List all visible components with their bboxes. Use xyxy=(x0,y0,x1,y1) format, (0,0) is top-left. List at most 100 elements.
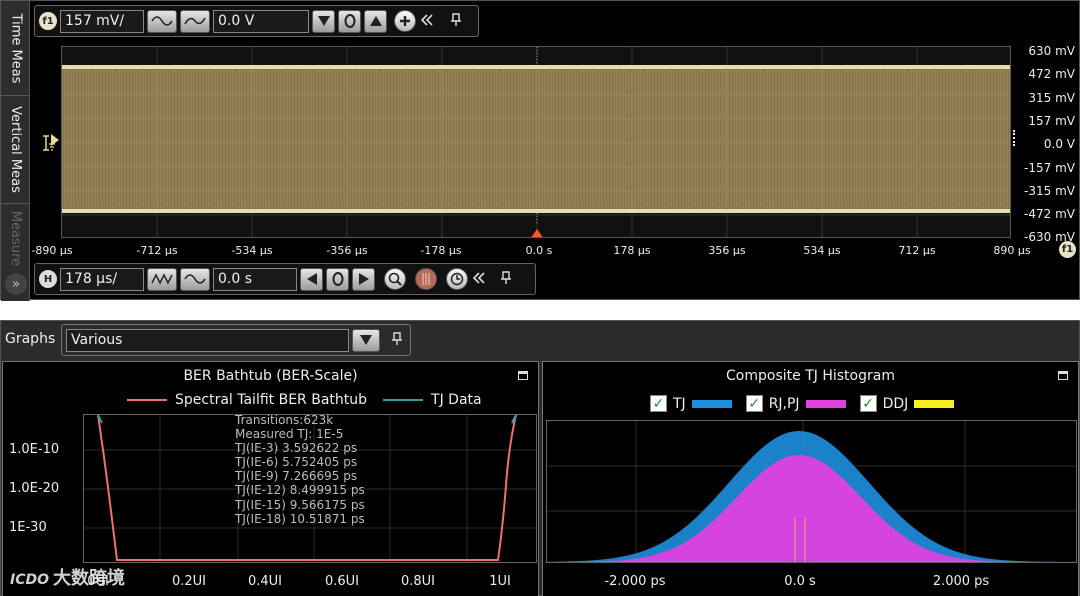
vertical-offset-field[interactable]: 0.0 V xyxy=(213,9,309,33)
watermark-text: 大数跨境 xyxy=(53,568,126,589)
legend-swatch-tj-data xyxy=(383,399,424,401)
tab-measure[interactable]: Measure xyxy=(1,204,30,272)
horizontal-scale-field[interactable]: 178 µs/ xyxy=(60,267,144,291)
x-axis-label: 534 µs xyxy=(803,244,841,257)
measurement-line: Transitions:623k xyxy=(235,413,334,427)
x-tick-label: 1UI xyxy=(489,574,511,589)
function-f1-badge[interactable]: f1 xyxy=(39,12,57,30)
x-axis-label: -178 µs xyxy=(420,244,462,257)
clock-icon[interactable] xyxy=(446,268,468,290)
x-axis-f1-badge[interactable]: f1 xyxy=(1059,241,1076,258)
histogram-panel-title: Composite TJ Histogram xyxy=(726,368,895,384)
channel-ground-marker[interactable] xyxy=(41,132,61,158)
scope-window: Time Meas Vertical Meas Measure » f1 157… xyxy=(0,0,1080,301)
legend-label-ddj: DDJ xyxy=(882,395,909,412)
legend-label-rj-pj: RJ,PJ xyxy=(768,395,800,412)
collapse-left-icon[interactable] xyxy=(471,270,487,289)
tab-measure-label: Measure xyxy=(8,210,23,266)
x-axis-label: 0.0 s xyxy=(525,244,553,257)
measurement-line: TJ(IE-6) 5.752405 ps xyxy=(235,455,358,470)
tab-vertical-meas-label: Vertical Meas xyxy=(8,106,23,193)
waveform-svg xyxy=(62,47,1010,237)
histogram-plot-svg xyxy=(547,421,1076,562)
legend-label-tj: TJ xyxy=(673,395,686,412)
measurement-line: TJ(IE-3) 3.592622 ps xyxy=(235,441,358,456)
waveform-icon[interactable] xyxy=(147,267,177,291)
chevron-down-icon[interactable] xyxy=(352,328,380,352)
graphs-selector-dropdown[interactable]: Various xyxy=(66,328,349,352)
right-edge-marker xyxy=(1013,130,1016,146)
y-axis-label: 472 mV xyxy=(1028,67,1075,82)
y-axis-label: 315 mV xyxy=(1028,90,1075,105)
ber-bathtub-panel: BER Bathtub (BER-Scale) Spectral Tailfit… xyxy=(2,361,539,596)
x-axis-label: 178 µs xyxy=(613,244,651,257)
maximize-icon[interactable] xyxy=(1058,371,1068,380)
collapse-left-icon[interactable] xyxy=(419,12,435,31)
left-arrow-icon[interactable] xyxy=(300,267,323,291)
x-axis-label: -534 µs xyxy=(231,244,273,257)
x-axis-label: -712 µs xyxy=(136,244,178,257)
measurement-line: TJ(IE-12) 8.499915 ps xyxy=(235,483,365,498)
x-tick-label: -2.000 ps xyxy=(604,574,666,589)
rj-pj-histogram xyxy=(547,455,1076,562)
ber-measurements: Transitions:623k Measured TJ: 1E-5 TJ(IE-3… xyxy=(235,413,365,526)
waveform-display[interactable] xyxy=(61,46,1011,238)
maximize-icon[interactable] xyxy=(518,371,528,380)
x-tick-label: 2.000 ps xyxy=(932,574,990,589)
legend-swatch-rj-pj xyxy=(805,399,846,408)
watermark-logo: ICDO xyxy=(10,572,50,588)
horizontal-h-badge[interactable]: H xyxy=(39,270,57,288)
pin-icon[interactable] xyxy=(498,270,514,289)
x-axis-label: -356 µs xyxy=(326,244,368,257)
pin-icon[interactable] xyxy=(389,331,405,350)
legend-label-tailfit: Spectral Tailfit BER Bathtub xyxy=(175,392,368,408)
ber-panel-title: BER Bathtub (BER-Scale) xyxy=(183,368,358,384)
sine-wave-icon[interactable] xyxy=(180,267,210,291)
tj-checkbox[interactable]: ✓ xyxy=(650,395,667,412)
expand-panel-button[interactable]: » xyxy=(5,273,27,295)
graphs-title: Graphs xyxy=(5,331,56,347)
x-tick-label: 0.6UI xyxy=(324,574,360,589)
rj-pj-checkbox[interactable]: ✓ xyxy=(745,395,763,412)
y-tick-label: 1.0E-10 xyxy=(9,442,60,457)
pin-icon[interactable] xyxy=(448,12,464,31)
y-tick-label: 1E-30 xyxy=(9,520,47,535)
x-tick-label: 0.0 s xyxy=(784,574,816,589)
double-chevron-right-icon: » xyxy=(12,276,20,292)
grid-icon[interactable] xyxy=(415,268,437,290)
y-axis-label: -315 mV xyxy=(1024,183,1075,198)
tab-time-meas[interactable]: Time Meas xyxy=(1,1,30,96)
right-arrow-icon[interactable] xyxy=(352,267,375,291)
histogram-legend: ✓ TJ ✓ RJ,PJ ✓ DDJ xyxy=(650,395,955,412)
zero-icon[interactable] xyxy=(326,267,349,291)
histogram-plot-area[interactable] xyxy=(546,420,1077,563)
add-circle-icon[interactable] xyxy=(394,10,416,32)
measurement-line: TJ(IE-15) 9.566175 ps xyxy=(235,497,365,512)
up-arrow-icon[interactable] xyxy=(364,9,387,33)
sine-wave-icon[interactable] xyxy=(147,9,177,33)
x-tick-label: 0.8UI xyxy=(400,574,436,589)
vertical-scale-field[interactable]: 157 mV/ xyxy=(60,9,144,33)
sine-wave-alt-icon[interactable] xyxy=(180,9,210,33)
y-axis-label: 630 mV xyxy=(1028,44,1075,58)
tab-vertical-meas[interactable]: Vertical Meas xyxy=(1,96,30,204)
x-axis-label: 712 µs xyxy=(898,244,936,257)
measurement-line: Measured TJ: 1E-5 xyxy=(235,427,344,442)
zoom-icon[interactable] xyxy=(384,268,406,290)
app-window: Time Meas Vertical Meas Measure » f1 157… xyxy=(0,0,1080,596)
legend-swatch-ddj xyxy=(914,399,955,408)
graphs-window: Graphs Various BER Bathtub (BER-Scale) S… xyxy=(0,320,1080,596)
side-tab-bar: Time Meas Vertical Meas Measure » xyxy=(1,1,30,301)
x-axis-label: -890 µs xyxy=(31,244,73,257)
waveform-bottom-edge xyxy=(62,209,1010,213)
horizontal-position-field[interactable]: 0.0 s xyxy=(213,267,297,291)
horizontal-control-bar: H 178 µs/ 0.0 s xyxy=(34,263,536,295)
ddj-checkbox[interactable]: ✓ xyxy=(859,395,877,412)
x-tick-label: 0.2UI xyxy=(171,574,207,589)
zero-icon[interactable] xyxy=(338,9,361,33)
x-axis-label: 890 µs xyxy=(993,244,1031,257)
x-tick-label: 0.4UI xyxy=(247,574,283,589)
y-axis-label: -157 mV xyxy=(1024,160,1075,175)
watermark: ICDO 大数跨境 xyxy=(10,564,125,590)
down-arrow-icon[interactable] xyxy=(312,9,335,33)
